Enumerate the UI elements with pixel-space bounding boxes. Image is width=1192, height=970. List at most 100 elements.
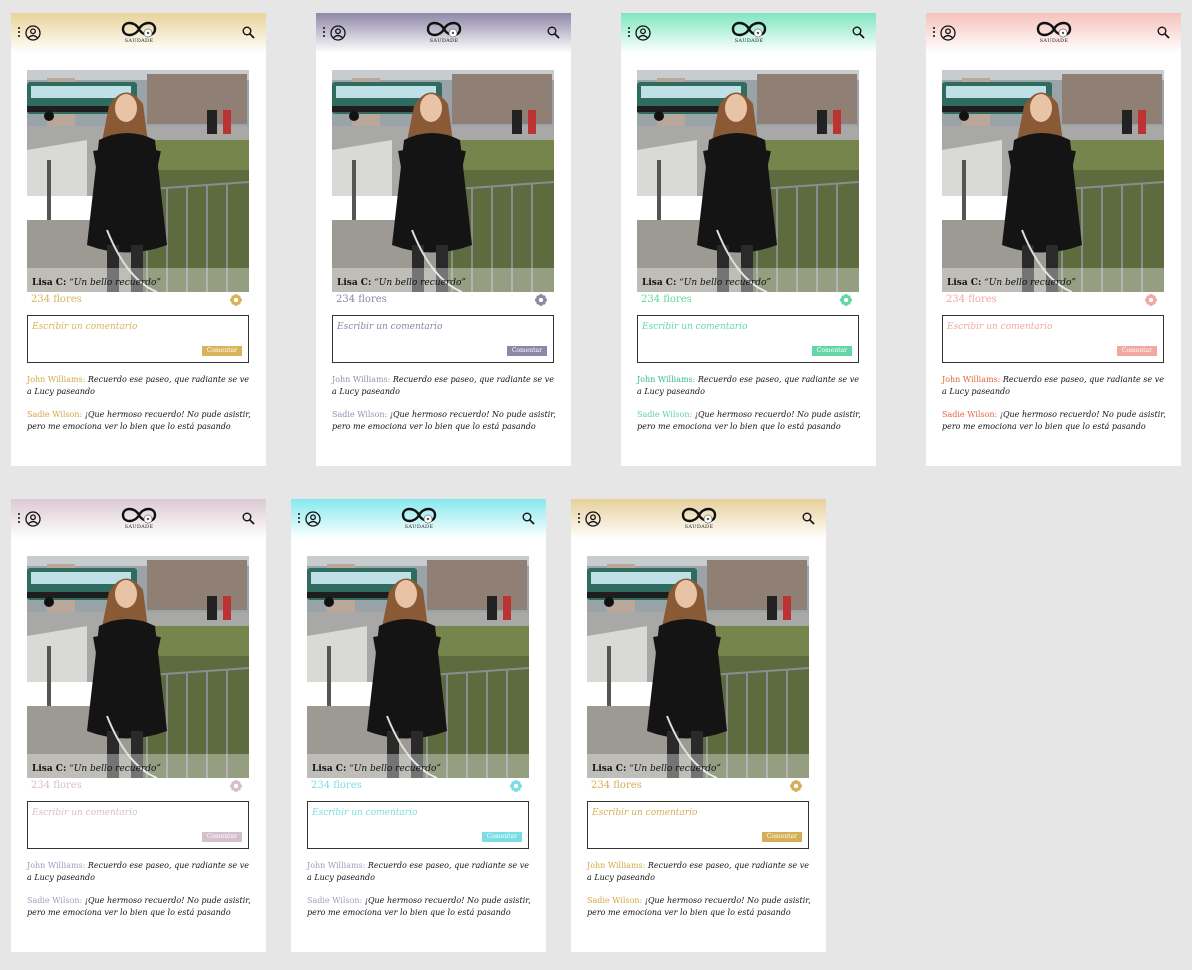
comment-button[interactable]: Comentar	[761, 832, 802, 842]
comment-item: Sadie Wilson: ¡Que hermoso recuerdo! No …	[587, 895, 812, 919]
flower-icon[interactable]	[1145, 294, 1157, 306]
search-icon[interactable]	[1157, 26, 1170, 39]
flower-icon[interactable]	[230, 294, 242, 306]
comment-input[interactable]	[312, 808, 512, 818]
menu-icon[interactable]	[18, 513, 21, 525]
app-header: SAUDADE	[291, 499, 546, 539]
caption-author: Lisa C:	[32, 764, 67, 774]
post-photo[interactable]: Lisa C: “Un bello recuerdo”	[307, 556, 529, 778]
photo-caption: Lisa C: “Un bello recuerdo”	[32, 278, 161, 288]
photo-caption: Lisa C: “Un bello recuerdo”	[312, 764, 441, 774]
menu-icon[interactable]	[298, 513, 301, 525]
comment-author[interactable]: John Williams:	[307, 861, 365, 870]
app-header: SAUDADE	[11, 13, 266, 53]
comment-author[interactable]: John Williams:	[332, 375, 390, 384]
comment-box: Comentar	[942, 315, 1164, 363]
comment-input[interactable]	[642, 322, 842, 332]
post-photo[interactable]: Lisa C: “Un bello recuerdo”	[637, 70, 859, 292]
comment-button[interactable]: Comentar	[481, 832, 522, 842]
post-photo[interactable]: Lisa C: “Un bello recuerdo”	[27, 556, 249, 778]
caption-author: Lisa C:	[642, 278, 677, 288]
profile-icon[interactable]	[25, 511, 41, 527]
post-photo[interactable]: Lisa C: “Un bello recuerdo”	[942, 70, 1164, 292]
comment-input[interactable]	[337, 322, 537, 332]
profile-icon[interactable]	[635, 25, 651, 41]
comment-author[interactable]: John Williams:	[637, 375, 695, 384]
caption-text: “Un bello recuerdo”	[679, 278, 771, 288]
search-icon[interactable]	[852, 26, 865, 39]
comment-author[interactable]: Sadie Wilson:	[942, 410, 997, 419]
flower-icon[interactable]	[230, 780, 242, 792]
comment-author[interactable]: Sadie Wilson:	[637, 410, 692, 419]
profile-icon[interactable]	[330, 25, 346, 41]
profile-icon[interactable]	[25, 25, 41, 41]
comment-button[interactable]: Comentar	[1116, 346, 1157, 356]
flowers-count: 234 flores	[641, 294, 692, 305]
infinity-logo-icon	[121, 21, 157, 38]
flower-icon[interactable]	[790, 780, 802, 792]
profile-icon[interactable]	[940, 25, 956, 41]
post-photo[interactable]: Lisa C: “Un bello recuerdo”	[587, 556, 809, 778]
infinity-logo-icon	[681, 507, 717, 524]
comment-author[interactable]: Sadie Wilson:	[587, 896, 642, 905]
menu-icon[interactable]	[628, 27, 631, 39]
flower-icon[interactable]	[510, 780, 522, 792]
comment-button[interactable]: Comentar	[201, 832, 242, 842]
flower-icon[interactable]	[840, 294, 852, 306]
menu-icon[interactable]	[323, 27, 326, 39]
comment-button[interactable]: Comentar	[201, 346, 242, 356]
caption-author: Lisa C:	[32, 278, 67, 288]
menu-icon[interactable]	[933, 27, 936, 39]
comment-author[interactable]: Sadie Wilson:	[332, 410, 387, 419]
comment-author[interactable]: John Williams:	[587, 861, 645, 870]
caption-author: Lisa C:	[337, 278, 372, 288]
comment-author[interactable]: Sadie Wilson:	[27, 896, 82, 905]
profile-icon[interactable]	[585, 511, 601, 527]
comment-item: Sadie Wilson: ¡Que hermoso recuerdo! No …	[27, 895, 252, 919]
infinity-logo-icon	[401, 507, 437, 524]
comment-author[interactable]: John Williams:	[27, 375, 85, 384]
comment-button[interactable]: Comentar	[811, 346, 852, 356]
menu-icon[interactable]	[18, 27, 21, 39]
search-icon[interactable]	[547, 26, 560, 39]
phone-screen: SAUDADE Lisa C: “Un bello recuerdo” 234 …	[291, 499, 546, 952]
phone-screen: SAUDADE Lisa C: “Un bello recuerdo” 234 …	[316, 13, 571, 466]
comment-box: Comentar	[307, 801, 529, 849]
comment-input[interactable]	[32, 808, 232, 818]
comment-input[interactable]	[592, 808, 792, 818]
post-photo[interactable]: Lisa C: “Un bello recuerdo”	[332, 70, 554, 292]
comment-author[interactable]: John Williams:	[27, 861, 85, 870]
search-icon[interactable]	[522, 512, 535, 525]
phone-screen: SAUDADE Lisa C: “Un bello recuerdo” 234 …	[621, 13, 876, 466]
phone-screen: SAUDADE Lisa C: “Un bello recuerdo” 234 …	[571, 499, 826, 952]
comment-author[interactable]: Sadie Wilson:	[307, 896, 362, 905]
comment-input[interactable]	[32, 322, 232, 332]
comment-author[interactable]: Sadie Wilson:	[27, 410, 82, 419]
phone-screen: SAUDADE Lisa C: “Un bello recuerdo” 234 …	[11, 13, 266, 466]
profile-icon[interactable]	[305, 511, 321, 527]
comment-box: Comentar	[27, 801, 249, 849]
search-icon[interactable]	[242, 26, 255, 39]
flower-icon[interactable]	[535, 294, 547, 306]
photo-caption: Lisa C: “Un bello recuerdo”	[32, 764, 161, 774]
app-logo: SAUDADE	[395, 504, 443, 536]
comment-button[interactable]: Comentar	[506, 346, 547, 356]
caption-author: Lisa C:	[592, 764, 627, 774]
post-photo[interactable]: Lisa C: “Un bello recuerdo”	[27, 70, 249, 292]
caption-text: “Un bello recuerdo”	[69, 278, 161, 288]
comment-item: Sadie Wilson: ¡Que hermoso recuerdo! No …	[27, 409, 252, 433]
logo-wordmark: SAUDADE	[124, 524, 154, 530]
menu-icon[interactable]	[578, 513, 581, 525]
search-icon[interactable]	[802, 512, 815, 525]
search-icon[interactable]	[242, 512, 255, 525]
comment-input[interactable]	[947, 322, 1147, 332]
app-header: SAUDADE	[926, 13, 1181, 53]
comment-item: John Williams: Recuerdo ese paseo, que r…	[27, 374, 252, 398]
infinity-logo-icon	[426, 21, 462, 38]
photo-caption: Lisa C: “Un bello recuerdo”	[947, 278, 1076, 288]
flowers-count: 234 flores	[336, 294, 387, 305]
flowers-count: 234 flores	[946, 294, 997, 305]
post-photo-scene	[637, 70, 859, 292]
comment-author[interactable]: John Williams:	[942, 375, 1000, 384]
flowers-count: 234 flores	[31, 780, 82, 791]
